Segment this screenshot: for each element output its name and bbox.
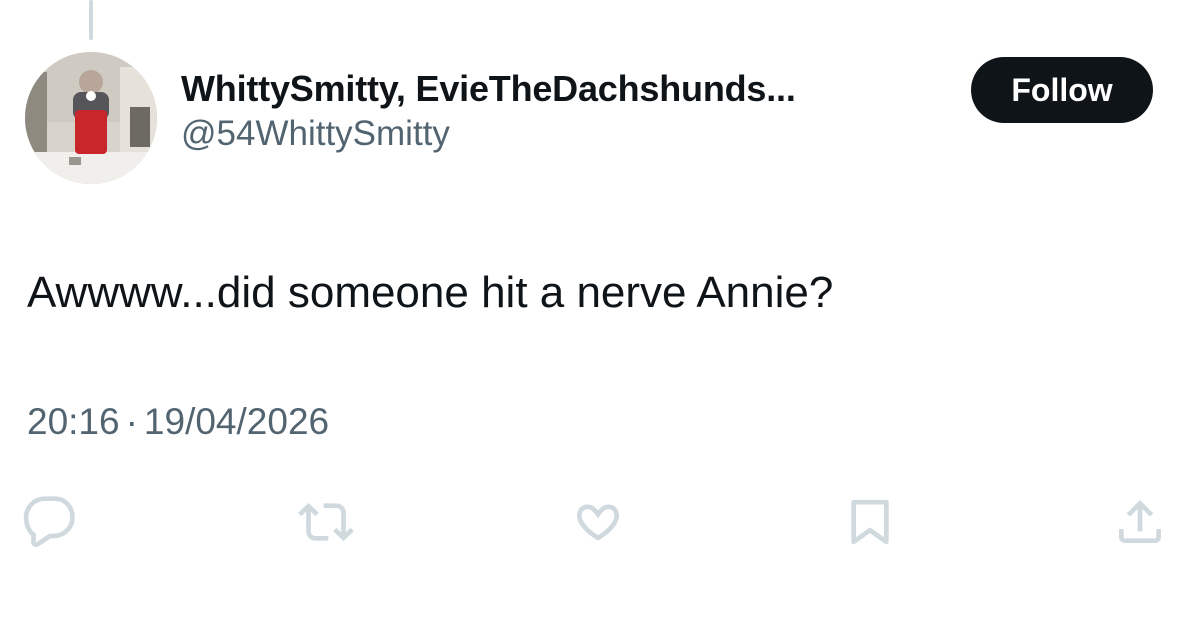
bookmark-icon (851, 499, 889, 545)
bookmark-button[interactable] (842, 494, 898, 550)
tweet-timestamp[interactable]: 20:16 · 19/04/2026 (27, 398, 329, 446)
retweet-button[interactable] (298, 494, 354, 550)
tweet-text: Awwww...did someone hit a nerve Annie? (27, 268, 834, 317)
tweet-date: 19/04/2026 (143, 401, 330, 442)
author-info: WhittySmitty, EvieTheDachshunds... @54Wh… (181, 66, 796, 156)
like-icon (577, 504, 619, 541)
like-button[interactable] (570, 494, 626, 550)
thread-connector-line (89, 0, 93, 40)
follow-button[interactable]: Follow (971, 57, 1153, 123)
reply-icon (23, 496, 75, 548)
user-handle[interactable]: @54WhittySmitty (181, 112, 796, 156)
avatar-photo (25, 52, 157, 184)
avatar[interactable] (25, 52, 157, 184)
share-icon (1119, 500, 1161, 543)
tweet-time: 20:16 (27, 401, 120, 442)
retweet-icon (298, 503, 354, 541)
display-name[interactable]: WhittySmitty, EvieTheDachshunds... (181, 66, 796, 112)
reply-button[interactable] (22, 494, 78, 550)
share-button[interactable] (1112, 494, 1168, 550)
meta-separator: · (125, 401, 138, 442)
